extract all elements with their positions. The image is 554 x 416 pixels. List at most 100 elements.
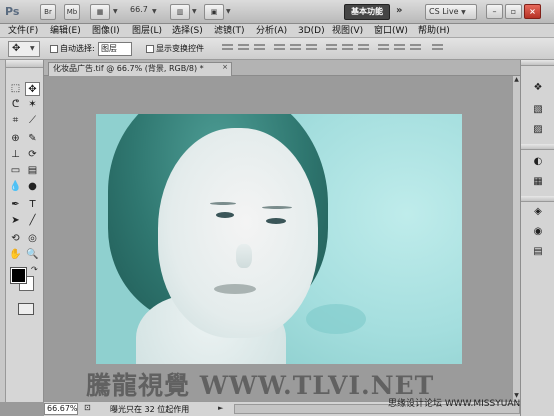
more-workspaces-icon[interactable]: » [396, 5, 402, 16]
clone-stamp-icon[interactable]: ⊥ [8, 148, 23, 162]
chevron-down-icon: ▼ [30, 45, 35, 52]
marquee-tool-icon[interactable]: ⬚ [8, 82, 23, 96]
adjustments-icon[interactable]: ◈ [531, 206, 545, 218]
show-transform-checkbox[interactable] [146, 45, 154, 53]
distribute-vcenter-icon[interactable] [342, 44, 353, 54]
menu-window[interactable]: 窗口(W) [374, 25, 408, 37]
menu-edit[interactable]: 编辑(E) [50, 25, 81, 37]
workspace-button[interactable]: 基本功能 [344, 4, 390, 20]
zoom-level[interactable]: 66.7 [130, 5, 148, 14]
3d-rotate-icon[interactable]: ⟲ [8, 232, 23, 246]
align-vcenter-icon[interactable] [238, 44, 249, 54]
eraser-tool-icon[interactable]: ▭ [8, 164, 23, 178]
distribute-hcenter-icon[interactable] [394, 44, 405, 54]
distribute-bottom-icon[interactable] [358, 44, 369, 54]
move-tool-icon[interactable]: ✥ [25, 82, 40, 96]
brush-tool-icon[interactable]: ✎ [25, 132, 40, 146]
move-tool-icon: ✥ [12, 43, 21, 54]
menu-help[interactable]: 帮助(H) [418, 25, 450, 37]
swatches-icon[interactable]: ▦ [531, 176, 545, 188]
line-tool-icon[interactable]: ╱ [25, 214, 40, 228]
distribute-right-icon[interactable] [410, 44, 421, 54]
menu-analysis[interactable]: 分析(A) [256, 25, 287, 37]
scroll-up-icon[interactable]: ▲ [513, 76, 520, 84]
eye-left [216, 212, 234, 218]
align-top-icon[interactable] [222, 44, 233, 54]
magic-wand-icon[interactable]: ✶ [25, 98, 40, 112]
align-right-icon[interactable] [306, 44, 317, 54]
auto-select-dropdown[interactable]: 图层 [98, 42, 132, 56]
face-shape [158, 128, 318, 338]
chevron-down-icon: ▼ [461, 9, 466, 16]
3d-orbit-icon[interactable]: ◎ [25, 232, 40, 246]
actions-icon[interactable]: ▨ [531, 124, 545, 136]
eyebrow-right [262, 206, 292, 209]
cs-live-button[interactable]: CS Live ▼ [425, 4, 477, 20]
document-tab-bar: 化妆品广告.tif @ 66.7% (背景, RGB/8) * × [44, 60, 520, 76]
mini-bridge-icon[interactable]: ❖ [531, 82, 545, 94]
healing-brush-icon[interactable]: ⊕ [8, 132, 23, 146]
menu-3d[interactable]: 3D(D) [298, 25, 325, 37]
dodge-tool-icon[interactable]: ● [25, 180, 40, 194]
swap-colors-icon[interactable]: ↷ [31, 265, 38, 274]
menu-image[interactable]: 图像(I) [92, 25, 120, 37]
view-extras-button[interactable]: ▦ [90, 4, 110, 20]
tool-preset-picker[interactable]: ✥ ▼ [8, 41, 40, 57]
menu-layer[interactable]: 图层(L) [132, 25, 162, 37]
dock-grip[interactable] [521, 196, 554, 202]
panel-dock: ❖ ▧ ▨ ◐ ▦ ◈ ◉ ▤ [520, 60, 554, 416]
quick-mask-button[interactable] [18, 303, 34, 315]
text-tool-icon[interactable]: T [25, 198, 40, 212]
zoom-tool-icon[interactable]: 🔍 [25, 248, 40, 262]
mini-bridge-button[interactable]: Mb [64, 4, 80, 20]
menu-filter[interactable]: 滤镜(T) [214, 25, 245, 37]
menu-file[interactable]: 文件(F) [8, 25, 38, 37]
screen-mode-button[interactable]: ▣ [204, 4, 224, 20]
document-tab[interactable]: 化妆品广告.tif @ 66.7% (背景, RGB/8) * [48, 62, 232, 76]
layers-icon[interactable]: ▤ [531, 246, 545, 258]
distribute-left-icon[interactable] [378, 44, 389, 54]
history-brush-icon[interactable]: ⟳ [25, 148, 40, 162]
close-button[interactable]: × [524, 4, 541, 19]
crop-tool-icon[interactable]: ⌗ [8, 114, 23, 128]
eyedropper-icon[interactable]: ⟋ [25, 114, 40, 128]
vertical-scrollbar[interactable]: ▲ ▼ [512, 76, 520, 401]
align-bottom-icon[interactable] [254, 44, 265, 54]
dock-grip[interactable] [521, 60, 554, 66]
chevron-down-icon[interactable]: ▼ [152, 8, 157, 15]
chevron-down-icon[interactable]: ▼ [192, 8, 197, 15]
history-icon[interactable]: ▧ [531, 104, 545, 116]
restore-button[interactable]: ▫ [505, 4, 522, 19]
align-hcenter-icon[interactable] [290, 44, 301, 54]
gradient-tool-icon[interactable]: ▤ [25, 164, 40, 178]
auto-select-checkbox[interactable] [50, 45, 58, 53]
menu-select[interactable]: 选择(S) [172, 25, 203, 37]
blur-tool-icon[interactable]: 💧 [8, 180, 23, 194]
tools-panel-grip[interactable] [6, 60, 43, 68]
align-left-icon[interactable] [274, 44, 285, 54]
chevron-down-icon[interactable]: ▼ [113, 8, 118, 15]
foreground-color-swatch[interactable] [10, 267, 27, 284]
zoom-input[interactable]: 66.67% [44, 403, 78, 415]
color-icon[interactable]: ◐ [531, 156, 545, 168]
dock-grip[interactable] [521, 144, 554, 150]
menu-view[interactable]: 视图(V) [332, 25, 363, 37]
bridge-button[interactable]: Br [40, 4, 56, 20]
cs-live-label: CS Live [429, 7, 459, 16]
status-info-icon[interactable]: ⊡ [84, 403, 91, 412]
status-menu-arrow-icon[interactable]: ► [218, 404, 223, 412]
path-selection-icon[interactable]: ➤ [8, 214, 23, 228]
close-document-icon[interactable]: × [221, 63, 229, 71]
arrange-documents-button[interactable]: ▥ [170, 4, 190, 20]
distribute-top-icon[interactable] [326, 44, 337, 54]
auto-align-icon[interactable] [432, 44, 443, 54]
document-image[interactable] [96, 114, 462, 364]
masks-icon[interactable]: ◉ [531, 226, 545, 238]
lasso-tool-icon[interactable]: ᕦ [8, 98, 23, 112]
minimize-button[interactable]: – [486, 4, 503, 19]
status-message: 曝光只在 32 位起作用 [110, 405, 190, 414]
hand-tool-icon[interactable]: ✋ [8, 248, 23, 262]
grid-icon: ▦ [96, 8, 104, 16]
chevron-down-icon[interactable]: ▼ [226, 8, 231, 15]
pen-tool-icon[interactable]: ✒ [8, 198, 23, 212]
